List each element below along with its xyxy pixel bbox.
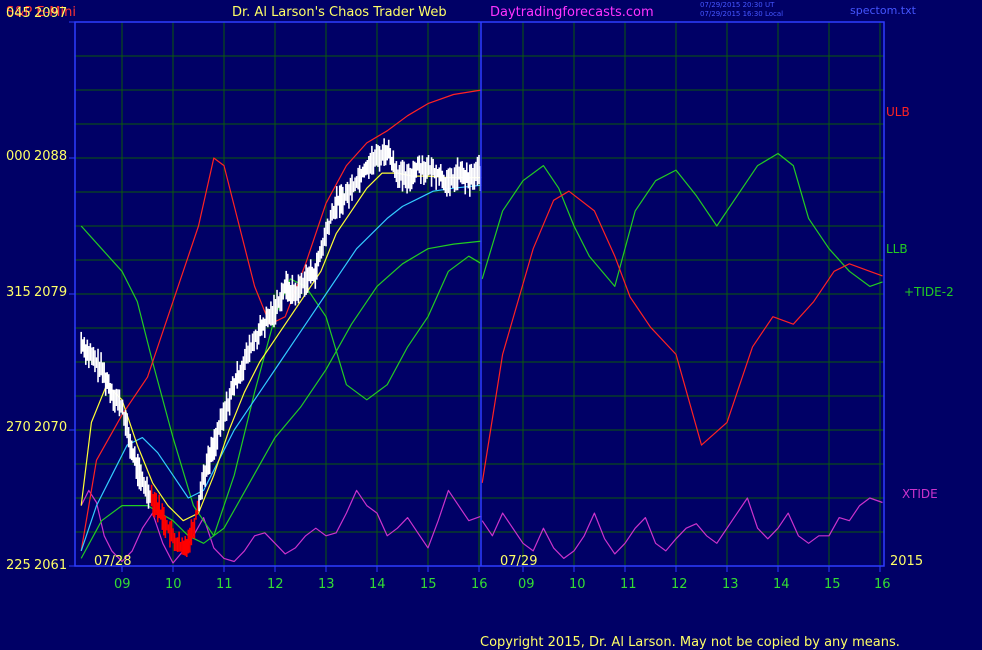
y-angle-label: 315 [6,285,31,300]
chart-title: Dr. Al Larson's Chaos Trader Web [232,5,447,20]
year-label: 2015 [890,554,924,569]
copyright-text: Copyright 2015, Dr. Al Larson. May not b… [480,635,900,650]
y-price-label: 2097 [34,6,68,21]
y-price-label: 2070 [34,420,68,435]
y-price-label: 2061 [34,558,68,573]
y-angle-label: 045 [6,6,31,21]
chaos-chart [69,21,885,572]
y-angle-label: 000 [6,149,31,164]
x-tick-label: 11 [620,577,637,592]
x-tick-label: 14 [369,577,386,592]
y-price-label: 2088 [34,149,68,164]
chart-grid [75,22,884,566]
x-tick-label: 14 [773,577,790,592]
x-tick-label: 15 [824,577,841,592]
legend-xtide: XTIDE [902,487,938,501]
x-tick-label: 10 [165,577,182,592]
x-tick-label: 16 [471,577,488,592]
y-price-label: 2079 [34,285,68,300]
file-label: spectom.txt [850,4,916,17]
legend-llb: LLB [886,242,908,256]
x-tick-label: 12 [671,577,688,592]
x-tick-label: 13 [722,577,739,592]
site-label: Daytradingforecasts.com [490,5,654,20]
x-tick-label: 12 [267,577,284,592]
day-label: 07/28 [94,554,132,569]
timestamp-ut: 07/29/2015 20:30 UT [700,1,775,9]
y-angle-label: 270 [6,420,31,435]
y-angle-label: 225 [6,558,31,573]
x-tick-label: 11 [216,577,233,592]
x-tick-label: 09 [518,577,535,592]
timestamp-local: 07/29/2015 16:30 Local [700,10,784,18]
legend-tide: +TIDE-2 [904,285,954,299]
day-label: 07/29 [500,554,538,569]
x-tick-label: 13 [318,577,335,592]
x-tick-label: 09 [114,577,131,592]
x-tick-label: 10 [569,577,586,592]
x-tick-label: 16 [874,577,891,592]
x-tick-label: 15 [420,577,437,592]
legend-ulb: ULB [886,105,910,119]
